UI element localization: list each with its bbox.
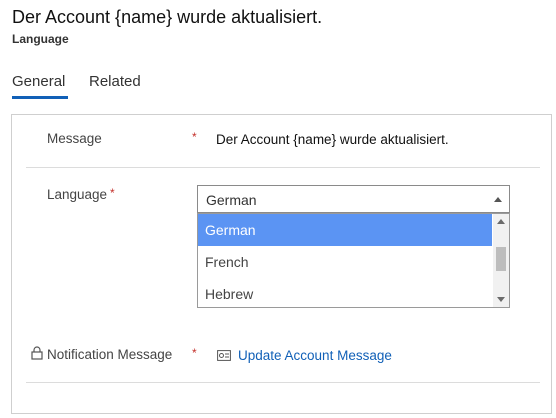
notification-required-marker: * — [192, 346, 197, 360]
notification-message-label: Notification Message — [47, 347, 173, 362]
message-value[interactable]: Der Account {name} wurde aktualisiert. — [216, 132, 449, 147]
entity-link-icon — [217, 350, 231, 361]
active-tab-indicator — [12, 96, 68, 99]
lock-icon — [31, 346, 43, 360]
scroll-down-icon[interactable] — [497, 297, 505, 302]
message-required-marker: * — [192, 130, 197, 144]
language-dropdown-list[interactable]: German French Hebrew — [197, 213, 510, 308]
language-select-value: German — [206, 192, 257, 208]
language-option-german[interactable]: German — [198, 214, 492, 246]
tab-related[interactable]: Related — [89, 73, 141, 90]
scrollbar-thumb[interactable] — [496, 247, 506, 271]
language-option-hebrew[interactable]: Hebrew — [198, 278, 492, 307]
page-subtitle: Language — [12, 32, 69, 46]
row-divider — [26, 167, 540, 168]
dropdown-scrollbar[interactable] — [493, 214, 509, 307]
scroll-up-icon[interactable] — [497, 219, 505, 224]
language-required-marker: * — [110, 186, 115, 200]
chevron-up-icon — [494, 197, 502, 202]
page-title: Der Account {name} wurde aktualisiert. — [12, 7, 323, 27]
language-option-french[interactable]: French — [198, 246, 492, 278]
message-label: Message — [47, 131, 102, 146]
language-select[interactable]: German — [197, 185, 510, 213]
language-label: Language — [47, 187, 108, 202]
update-account-message-link[interactable]: Update Account Message — [238, 348, 392, 363]
row-divider — [26, 382, 540, 383]
tab-general[interactable]: General — [12, 73, 65, 90]
